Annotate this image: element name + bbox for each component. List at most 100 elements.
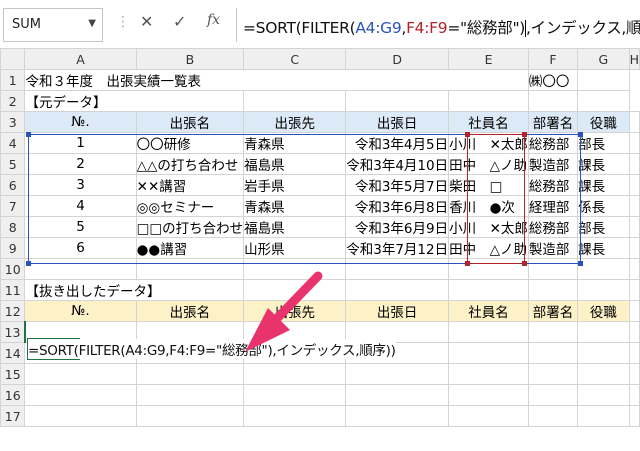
empty-cell[interactable] bbox=[577, 405, 630, 427]
empty-cell[interactable] bbox=[448, 321, 529, 343]
col-header-h[interactable]: H bbox=[628, 48, 640, 70]
row-header-9[interactable]: 9 bbox=[0, 237, 26, 259]
table-row-cell[interactable]: 岩手県 bbox=[243, 174, 347, 196]
empty-cell[interactable] bbox=[527, 279, 579, 301]
empty-cell[interactable] bbox=[135, 363, 245, 385]
table-row-cell[interactable]: 山形県 bbox=[243, 237, 347, 259]
table-row-cell[interactable]: 総務部 bbox=[527, 132, 579, 154]
table-row-cell[interactable]: 5 bbox=[24, 216, 137, 238]
table-row-cell[interactable]: □□の打ち合わせ bbox=[135, 216, 245, 238]
empty-cell[interactable] bbox=[448, 279, 529, 301]
sheet-title[interactable]: 令和３年度 出張実績一覧表 bbox=[24, 69, 449, 91]
table-row-cell[interactable]: 総務部 bbox=[527, 174, 579, 196]
row-header-15[interactable]: 15 bbox=[0, 363, 26, 385]
table-row-cell[interactable]: 令和3年4月5日 bbox=[345, 132, 450, 154]
out-header-trip[interactable]: 出張名 bbox=[135, 300, 245, 322]
cell-h1[interactable] bbox=[577, 69, 630, 91]
row-header-8[interactable]: 8 bbox=[0, 216, 26, 238]
row-header-11[interactable]: 11 bbox=[0, 279, 26, 301]
col-header-a[interactable]: A bbox=[24, 48, 137, 70]
empty-cell[interactable] bbox=[577, 384, 630, 406]
empty-cell[interactable] bbox=[243, 279, 347, 301]
table-row-cell[interactable]: 小川 ✕太郎 bbox=[448, 216, 529, 238]
formula-bar-grip-icon[interactable]: ⋮ bbox=[116, 14, 130, 34]
empty-cell[interactable] bbox=[345, 405, 450, 427]
cell-d2[interactable] bbox=[243, 90, 347, 112]
table-row-cell[interactable]: 製造部 bbox=[527, 153, 579, 175]
empty-cell[interactable] bbox=[135, 405, 245, 427]
empty-cell[interactable] bbox=[448, 342, 529, 364]
out-header-date[interactable]: 出張日 bbox=[345, 300, 450, 322]
row-header-6[interactable]: 6 bbox=[0, 174, 26, 196]
col-header-c[interactable]: C bbox=[243, 48, 347, 70]
empty-cell[interactable] bbox=[243, 258, 347, 280]
empty-cell[interactable] bbox=[448, 363, 529, 385]
table-row-cell[interactable]: △△の打ち合わせ bbox=[135, 153, 245, 175]
select-all-corner[interactable] bbox=[0, 48, 26, 70]
row-header-17[interactable]: 17 bbox=[0, 405, 26, 427]
col-header-g[interactable]: G bbox=[577, 48, 630, 70]
table-row-cell[interactable]: 令和3年6月9日 bbox=[345, 216, 450, 238]
table-row-cell[interactable]: 課長 bbox=[577, 174, 630, 196]
empty-cell[interactable] bbox=[345, 384, 450, 406]
cell-g2[interactable] bbox=[527, 90, 579, 112]
cell-h2[interactable] bbox=[577, 90, 630, 112]
table-row-cell[interactable]: ✕✕講習 bbox=[135, 174, 245, 196]
empty-cell[interactable] bbox=[577, 363, 630, 385]
cell-h12[interactable] bbox=[628, 300, 640, 322]
col-header-b[interactable]: B bbox=[135, 48, 245, 70]
empty-cell[interactable] bbox=[628, 321, 640, 343]
cancel-icon[interactable]: ✕ bbox=[140, 12, 153, 31]
empty-cell[interactable] bbox=[527, 321, 579, 343]
src-header-no[interactable]: №. bbox=[24, 111, 137, 133]
empty-cell[interactable] bbox=[527, 342, 579, 364]
cell-e2[interactable] bbox=[345, 90, 450, 112]
cell-h8[interactable] bbox=[628, 216, 640, 238]
empty-cell[interactable] bbox=[345, 279, 450, 301]
row-header-2[interactable]: 2 bbox=[0, 90, 26, 112]
table-row-cell[interactable]: 柴田 □ bbox=[448, 174, 529, 196]
empty-cell[interactable] bbox=[243, 384, 347, 406]
table-row-cell[interactable]: 令和3年5月7日 bbox=[345, 174, 450, 196]
col-header-e[interactable]: E bbox=[448, 48, 529, 70]
table-row-cell[interactable]: 令和3年4月10日 bbox=[345, 153, 450, 175]
empty-cell[interactable] bbox=[527, 405, 579, 427]
row-header-14[interactable]: 14 bbox=[0, 342, 26, 364]
row-header-5[interactable]: 5 bbox=[0, 153, 26, 175]
row-header-1[interactable]: 1 bbox=[0, 69, 26, 91]
table-row-cell[interactable]: 3 bbox=[24, 174, 137, 196]
table-row-cell[interactable]: 課長 bbox=[577, 153, 630, 175]
empty-cell[interactable] bbox=[24, 258, 137, 280]
table-row-cell[interactable]: 製造部 bbox=[527, 237, 579, 259]
table-row-cell[interactable]: 4 bbox=[24, 195, 137, 217]
row-header-7[interactable]: 7 bbox=[0, 195, 26, 217]
empty-cell[interactable] bbox=[628, 279, 640, 301]
empty-cell[interactable] bbox=[135, 258, 245, 280]
src-header-dest[interactable]: 出張先 bbox=[243, 111, 347, 133]
table-row-cell[interactable]: 6 bbox=[24, 237, 137, 259]
worksheet-grid[interactable]: A B C D E F G H 1 令和３年度 出張実績一覧表 ㈱〇〇 2 【元… bbox=[0, 48, 640, 451]
src-header-employee[interactable]: 社員名 bbox=[448, 111, 529, 133]
formula-input[interactable]: =SORT(FILTER(A4:G9,F4:F9="総務部"),インデックス,順… bbox=[236, 8, 640, 42]
row-header-12[interactable]: 12 bbox=[0, 300, 26, 322]
table-row-cell[interactable]: ●●講習 bbox=[135, 237, 245, 259]
row-header-13[interactable]: 13 bbox=[0, 321, 27, 343]
table-row-cell[interactable]: 令和3年7月12日 bbox=[345, 237, 450, 259]
enter-icon[interactable]: ✓ bbox=[173, 12, 186, 31]
cell-h6[interactable] bbox=[628, 174, 640, 196]
company-label[interactable]: ㈱〇〇 bbox=[527, 69, 579, 91]
cell-h9[interactable] bbox=[628, 237, 640, 259]
empty-cell[interactable] bbox=[628, 405, 640, 427]
table-row-cell[interactable]: 小川 ✕太郎 bbox=[448, 132, 529, 154]
empty-cell[interactable] bbox=[577, 342, 630, 364]
src-header-date[interactable]: 出張日 bbox=[345, 111, 450, 133]
src-header-title[interactable]: 役職 bbox=[577, 111, 630, 133]
chevron-down-icon[interactable]: ▼ bbox=[88, 18, 96, 29]
empty-cell[interactable] bbox=[345, 258, 450, 280]
cell-h7[interactable] bbox=[628, 195, 640, 217]
table-row-cell[interactable]: 青森県 bbox=[243, 195, 347, 217]
table-row-cell[interactable]: 福島県 bbox=[243, 153, 347, 175]
empty-cell[interactable] bbox=[628, 342, 640, 364]
empty-cell[interactable] bbox=[628, 384, 640, 406]
row-header-16[interactable]: 16 bbox=[0, 384, 26, 406]
